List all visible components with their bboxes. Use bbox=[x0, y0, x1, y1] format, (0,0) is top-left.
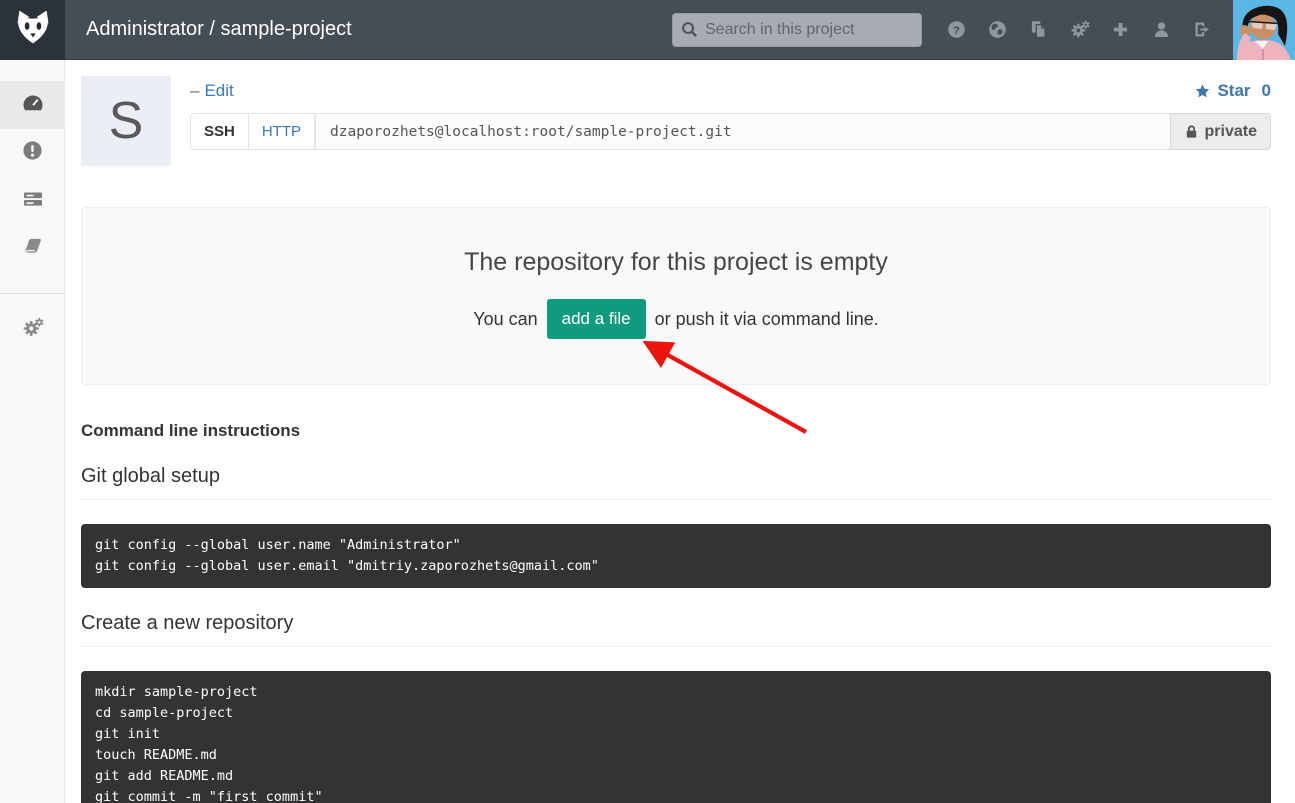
star-icon bbox=[1194, 83, 1211, 100]
list-bars-icon bbox=[21, 187, 45, 216]
star-button[interactable]: Star 0 bbox=[1194, 81, 1271, 101]
project-avatar[interactable]: S bbox=[81, 76, 171, 166]
sidebar-item-list[interactable] bbox=[0, 177, 65, 225]
sidebar-item-settings[interactable] bbox=[0, 306, 65, 354]
sidebar-item-dashboard[interactable] bbox=[0, 81, 65, 129]
book-icon bbox=[21, 235, 44, 263]
create-new-repository-heading: Create a new repository bbox=[81, 612, 1271, 647]
sidebar-divider bbox=[0, 293, 64, 294]
copy-documents-icon[interactable] bbox=[1018, 0, 1059, 60]
sidebar-item-issues[interactable] bbox=[0, 129, 65, 177]
main-content: S – Edit Star 0 SSH HTTP private bbox=[65, 60, 1295, 803]
empty-text-before: You can bbox=[473, 309, 537, 330]
git-global-setup-heading: Git global setup bbox=[81, 465, 1271, 500]
exclamation-circle-icon bbox=[21, 139, 44, 167]
clone-bar: SSH HTTP private bbox=[190, 113, 1271, 150]
http-button[interactable]: HTTP bbox=[249, 113, 315, 150]
search-icon bbox=[680, 20, 699, 44]
plus-icon[interactable] bbox=[1100, 0, 1141, 60]
create-new-repository-code[interactable]: mkdir sample-project cd sample-project g… bbox=[81, 671, 1271, 803]
avatar-illustration bbox=[1233, 0, 1295, 60]
globe-icon[interactable] bbox=[977, 0, 1018, 60]
star-count: 0 bbox=[1262, 81, 1271, 101]
svg-text:?: ? bbox=[953, 25, 960, 37]
visibility-label: private bbox=[1205, 123, 1257, 141]
lock-icon bbox=[1184, 124, 1199, 139]
user-icon[interactable] bbox=[1141, 0, 1182, 60]
visibility-badge: private bbox=[1170, 113, 1271, 150]
empty-repo-panel: The repository for this project is empty… bbox=[81, 207, 1271, 385]
empty-text-after: or push it via command line. bbox=[655, 309, 879, 330]
gears-icon[interactable] bbox=[1059, 0, 1100, 60]
add-a-file-button[interactable]: add a file bbox=[547, 299, 646, 339]
ssh-button[interactable]: SSH bbox=[190, 113, 249, 150]
clone-url-field[interactable] bbox=[315, 113, 1170, 150]
search-box bbox=[672, 13, 922, 47]
sign-out-icon[interactable] bbox=[1182, 0, 1223, 60]
settings-gears-icon bbox=[21, 316, 45, 345]
header-icon-nav: ? bbox=[936, 0, 1223, 60]
project-header: S – Edit Star 0 SSH HTTP private bbox=[81, 76, 1271, 166]
star-label: Star bbox=[1217, 81, 1250, 101]
git-global-setup-code[interactable]: git config --global user.name "Administr… bbox=[81, 524, 1271, 588]
fox-logo-icon bbox=[13, 7, 53, 52]
app-logo[interactable] bbox=[0, 0, 65, 60]
command-line-instructions-heading: Command line instructions bbox=[81, 421, 1271, 441]
empty-repo-title: The repository for this project is empty bbox=[102, 248, 1250, 277]
page-title: Administrator / sample-project bbox=[86, 18, 352, 41]
help-icon[interactable]: ? bbox=[936, 0, 977, 60]
top-navbar: Administrator / sample-project ? bbox=[0, 0, 1295, 60]
sidebar bbox=[0, 60, 65, 803]
edit-link[interactable]: Edit bbox=[204, 81, 233, 101]
search-input[interactable] bbox=[672, 13, 922, 47]
sidebar-item-wiki[interactable] bbox=[0, 225, 65, 273]
edit-dash: – bbox=[190, 81, 199, 101]
user-avatar[interactable] bbox=[1233, 0, 1295, 60]
tachometer-icon bbox=[21, 91, 45, 120]
